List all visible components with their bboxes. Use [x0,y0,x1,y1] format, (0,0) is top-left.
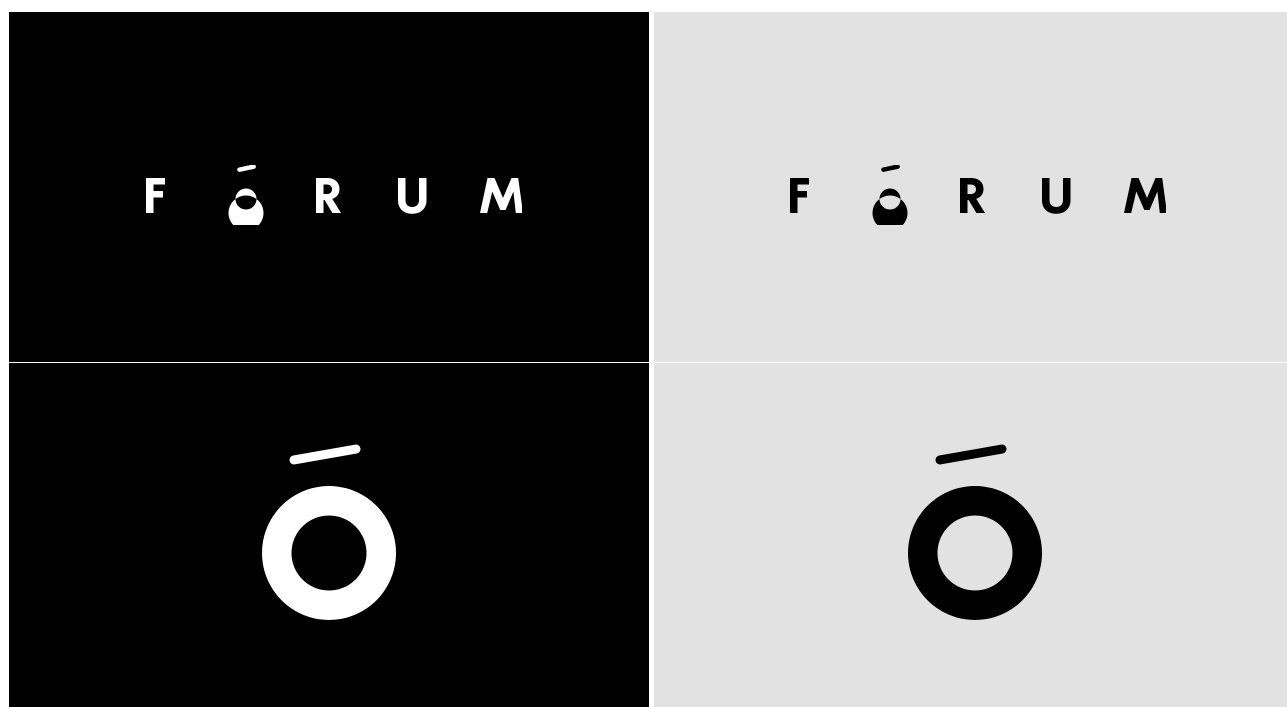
logo-panel-symbol-dark [9,363,649,707]
logo-panel-wordmark-dark [9,12,649,362]
forum-wordmark-logo [146,165,522,225]
forum-wordmark-logo [790,165,1166,225]
logo-panel-wordmark-light [654,12,1287,362]
logo-panel-symbol-light [654,363,1287,707]
forum-o-symbol-logo [262,444,397,620]
forum-o-symbol-logo [908,444,1043,620]
